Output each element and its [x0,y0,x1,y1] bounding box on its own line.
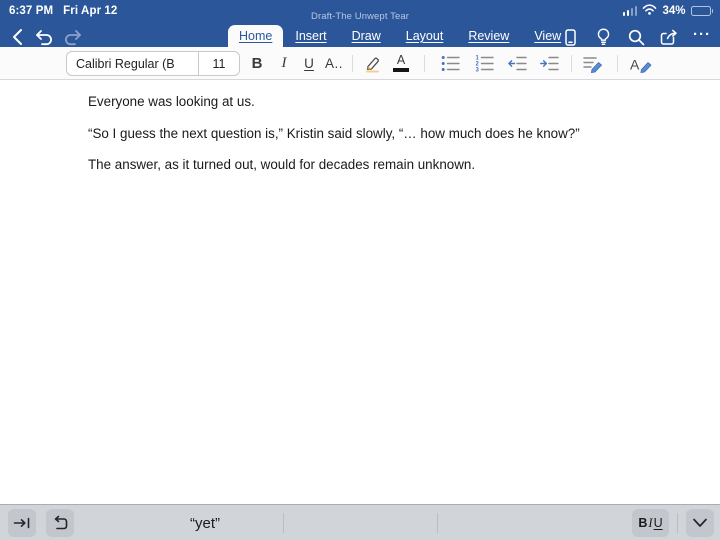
status-bar-left: 6:37 PM Fri Apr 12 [9,5,117,17]
status-bar-right: 34% [622,4,713,18]
ribbon-tabs: Home Insert Draw Layout Review View [228,25,584,47]
tab-draw[interactable]: Draw [350,25,383,47]
paragraph[interactable]: The answer, as it turned out, would for … [88,157,680,172]
numbered-list-button[interactable]: 123 [472,47,496,80]
tab-layout[interactable]: Layout [404,25,446,47]
chevron-left-icon [13,29,22,45]
tab-home[interactable]: Home [228,25,284,47]
quick-format-biu-button[interactable]: BIU [632,509,669,537]
dismiss-keyboard-button[interactable] [686,509,714,537]
date: Fri Apr 12 [63,5,118,17]
undo-typing-button[interactable] [46,509,74,537]
bold-button[interactable]: B [245,47,269,80]
indent-icon [539,56,559,71]
keyboard-accessory-bar: “yet” BIU [0,504,720,540]
tab-insert[interactable]: Insert [293,25,328,47]
text-styles-icon: A [630,56,652,73]
formatting-toolbar: Calibri Regular (B 11 B I U A.. A 1 2 3 … [0,47,720,80]
toolbar-separator [352,55,353,72]
toolbar-separator [617,55,618,72]
nav-right-actions: ··· [558,26,714,48]
cellular-signal-icon [622,6,638,16]
tab-key-icon [13,517,30,529]
bullet-list-button[interactable] [438,47,462,80]
numbered-list-icon: 123 [475,56,494,72]
paragraph[interactable]: Everyone was looking at us. [88,94,680,109]
word-ipad-app: 6:37 PM Fri Apr 12 34% Draft-The Unwept … [0,0,720,540]
styles-button[interactable]: A [629,47,653,80]
italic-button[interactable]: I [272,47,296,80]
decrease-indent-button[interactable] [505,47,529,80]
more-font-formatting-button[interactable]: A.. [322,47,346,80]
mobile-view-button[interactable] [558,26,582,48]
lightbulb-icon [597,28,609,46]
search-icon [628,29,644,45]
suggestion-separator [437,513,438,533]
battery-icon [690,6,713,16]
font-controls: Calibri Regular (B 11 [66,51,240,76]
predictive-suggestion[interactable]: “yet” [130,505,280,540]
suggestion-separator [283,513,284,533]
document-canvas[interactable]: Everyone was looking at us. “So I guess … [0,81,720,504]
font-size-field[interactable]: 11 [199,57,239,71]
highlighter-icon [365,57,379,73]
paragraph-formatting-button[interactable] [581,47,605,80]
chevron-down-icon [693,518,707,527]
redo-button[interactable] [62,27,84,47]
bar-separator [677,513,678,533]
font-color-button[interactable]: A [389,47,413,80]
share-icon [660,29,677,45]
tab-key-button[interactable] [8,509,36,537]
clock: 6:37 PM [9,5,54,17]
font-name-field[interactable]: Calibri Regular (B [67,52,199,75]
undo-icon [54,515,68,529]
share-button[interactable] [657,26,681,48]
battery-percent: 34% [662,5,686,17]
underline-button[interactable]: U [297,47,321,80]
toolbar-separator [424,55,425,72]
bullet-list-icon [441,56,460,71]
paragraph[interactable]: “So I guess the next question is,” Krist… [88,126,680,141]
redo-icon [65,29,81,45]
toolbar-separator [571,55,572,72]
svg-text:A: A [630,56,640,72]
undo-button[interactable] [33,27,55,47]
highlight-color-button[interactable] [360,47,384,80]
paragraph-formatting-icon [583,56,602,73]
ellipsis-icon: ··· [693,26,711,43]
tell-me-button[interactable] [591,26,615,48]
phone-icon [564,28,576,46]
search-button[interactable] [624,26,648,48]
top-chrome: 6:37 PM Fri Apr 12 34% Draft-The Unwept … [0,0,720,47]
wifi-icon [642,4,657,18]
increase-indent-button[interactable] [537,47,561,80]
tab-review[interactable]: Review [466,25,511,47]
font-color-icon: A [393,54,409,72]
svg-text:3: 3 [475,68,479,72]
undo-icon [36,29,52,45]
outdent-icon [507,56,527,71]
more-options-button[interactable]: ··· [690,26,714,48]
back-button[interactable] [6,27,28,47]
